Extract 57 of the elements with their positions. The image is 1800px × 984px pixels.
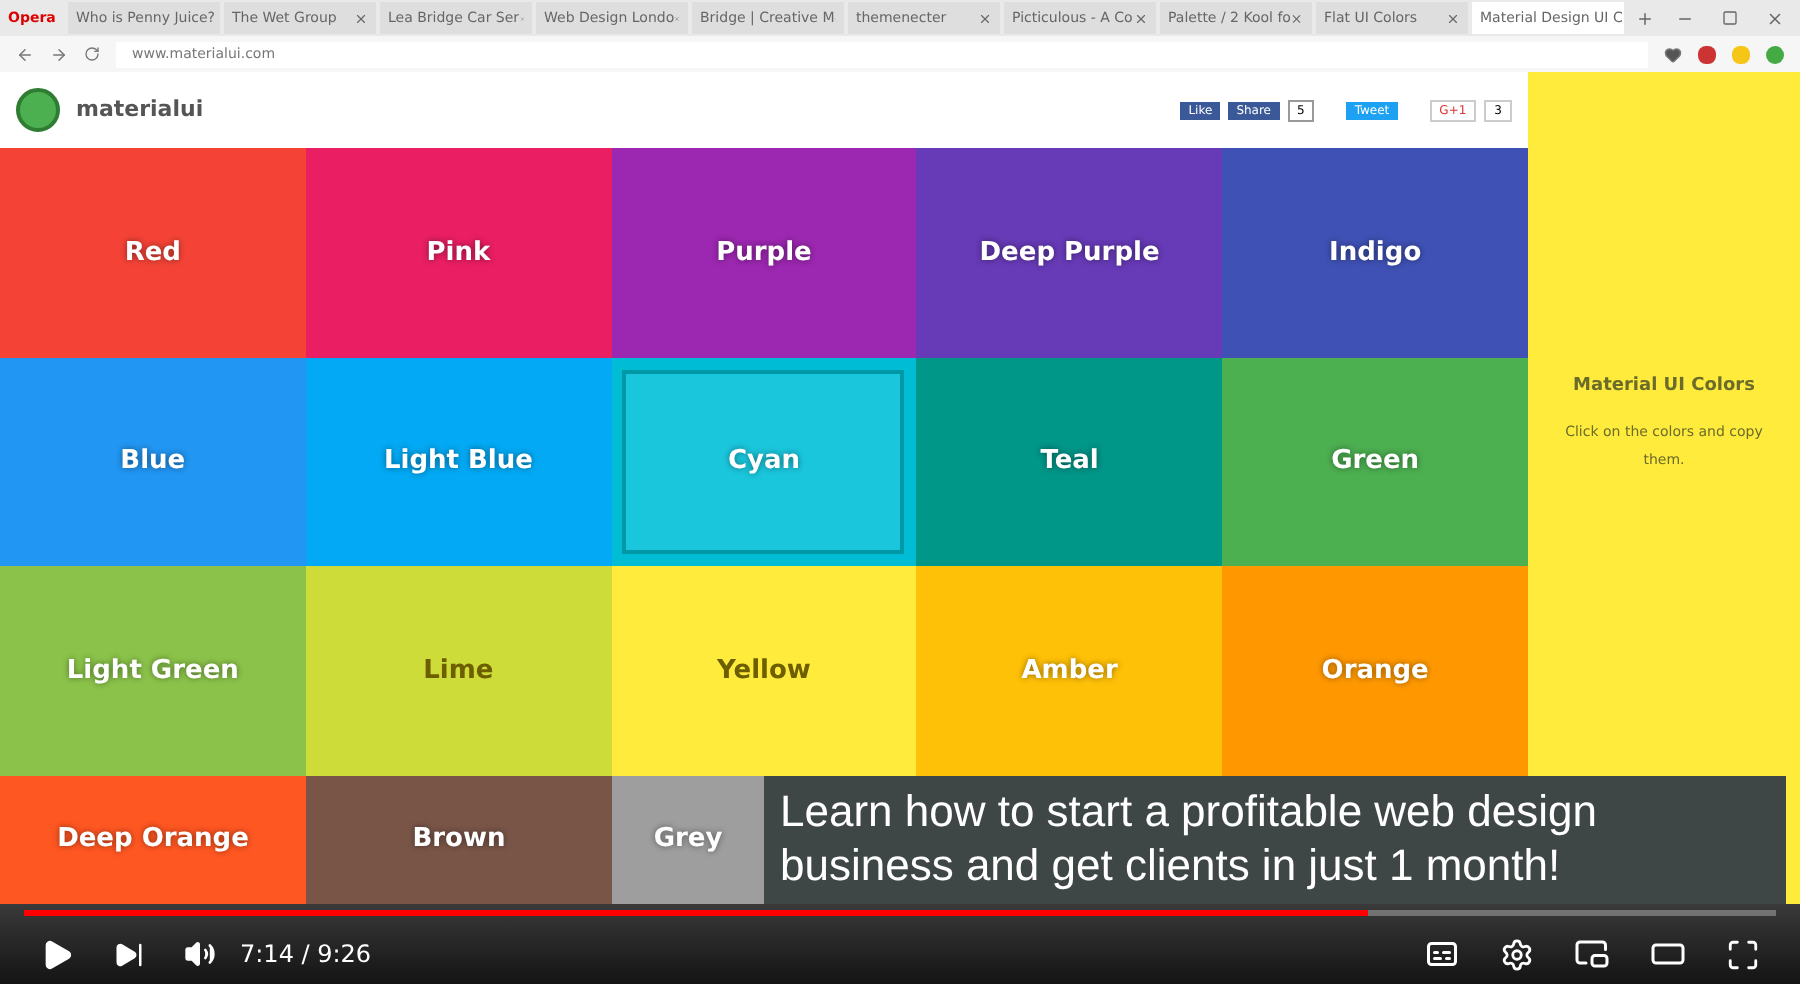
color-tile[interactable]: Brown xyxy=(306,776,612,904)
tile-label: Deep Purple xyxy=(979,235,1160,272)
tile-label: Lime xyxy=(423,653,494,690)
heart-icon[interactable] xyxy=(1664,45,1682,63)
close-icon[interactable] xyxy=(354,11,368,25)
tile-label: Cyan xyxy=(727,444,800,481)
color-tile[interactable]: Indigo xyxy=(1222,148,1528,358)
back-icon[interactable] xyxy=(16,45,34,63)
next-icon[interactable] xyxy=(114,939,144,969)
tile-label: Red xyxy=(124,235,181,272)
subtitles-icon[interactable] xyxy=(1424,936,1460,972)
play-icon[interactable] xyxy=(40,937,74,971)
color-tile[interactable]: Light Blue xyxy=(305,357,612,567)
tile-label: Purple xyxy=(716,235,812,272)
logo-icon xyxy=(16,88,60,132)
settings-icon[interactable] xyxy=(1500,937,1534,971)
tile-label: Indigo xyxy=(1329,235,1422,272)
tile-label: Brown xyxy=(412,822,506,859)
sidebar-title: Material UI Colors xyxy=(1573,374,1755,401)
fullscreen-icon[interactable] xyxy=(1726,937,1760,971)
tile-label: Light Blue xyxy=(383,444,533,481)
tile-label: Light Green xyxy=(66,653,239,690)
tile-label: Pink xyxy=(426,235,491,272)
tile-label: Grey xyxy=(653,822,723,859)
tile-label: Orange xyxy=(1321,653,1429,690)
color-tile[interactable]: Purple xyxy=(611,148,917,358)
color-tile[interactable]: Lime xyxy=(305,566,612,777)
color-tile[interactable]: Green xyxy=(1222,357,1528,567)
color-tile[interactable]: Pink xyxy=(305,148,612,358)
color-tile[interactable]: Deep Orange xyxy=(0,776,306,904)
forward-icon[interactable] xyxy=(50,45,68,63)
color-tile[interactable]: Teal xyxy=(916,357,1223,567)
new-tab-icon[interactable] xyxy=(1636,9,1654,27)
tile-label: Yellow xyxy=(717,653,811,690)
close-icon[interactable] xyxy=(1134,11,1148,25)
color-tile[interactable]: Grey xyxy=(612,776,764,904)
miniplayer-icon[interactable] xyxy=(1574,936,1610,972)
tile-label: Amber xyxy=(1021,653,1118,690)
tile-label: Teal xyxy=(1040,444,1099,481)
close-icon[interactable] xyxy=(978,11,992,25)
tile-label: Deep Orange xyxy=(57,822,249,859)
volume-icon[interactable] xyxy=(184,938,216,970)
progress-track[interactable] xyxy=(24,910,1776,916)
caption-text: Learn how to start a profitable web design business and get clients in just 1 month! xyxy=(780,784,1599,892)
time-display: 7:14 / 9:26 xyxy=(240,938,372,972)
close-icon[interactable] xyxy=(1766,9,1784,27)
reload-icon[interactable] xyxy=(84,46,100,62)
maximize-icon[interactable] xyxy=(1722,10,1738,26)
color-tile[interactable]: Red xyxy=(0,148,306,358)
logo-text: materialui xyxy=(76,93,204,126)
tile-label: Green xyxy=(1331,444,1420,481)
color-tile[interactable]: Yellow xyxy=(611,566,917,777)
tile-label: Blue xyxy=(120,444,186,481)
close-icon[interactable] xyxy=(1290,11,1304,25)
color-tile[interactable]: Deep Purple xyxy=(916,148,1223,358)
close-icon[interactable] xyxy=(1446,11,1460,25)
color-tile[interactable]: Blue xyxy=(0,357,306,567)
